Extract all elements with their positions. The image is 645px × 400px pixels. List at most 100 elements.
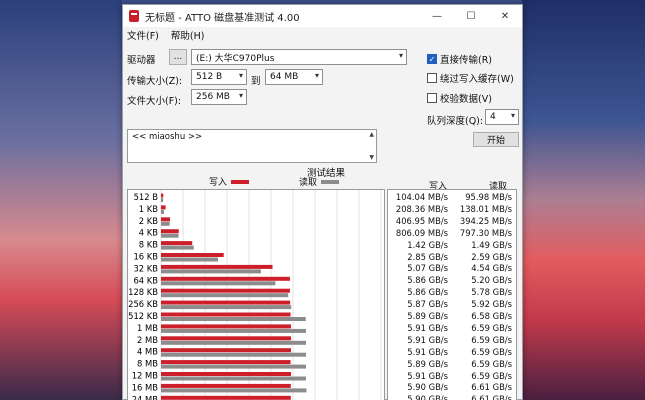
read-bar: [161, 245, 194, 250]
bypass-cache-checkbox[interactable]: 绕过写入缓存(W): [427, 71, 514, 85]
y-tick-label: 1 MB: [137, 323, 158, 333]
checkbox-checked-icon: ✓: [427, 54, 437, 64]
write-bar: [161, 205, 166, 210]
bar-chart: 512 B 1 KB 2 KB 4 KB 8 KB 16 KB32 KB 64 KB 128 …: [128, 190, 382, 400]
read-value-cell: 2.59 GB/s: [471, 251, 512, 262]
read-legend-label: 读取: [299, 178, 318, 188]
queue-depth-value: 4: [490, 112, 496, 122]
menu-help[interactable]: 帮助(H): [171, 28, 205, 42]
y-tick-label: 8 MB: [137, 359, 158, 369]
read-bar: [161, 281, 276, 286]
write-legend-swatch: [231, 179, 250, 184]
y-tick-label: 16 MB: [132, 382, 159, 392]
write-bar: [161, 253, 224, 257]
y-tick-label: 4 MB: [137, 347, 158, 357]
write-value-cell: 406.95 MB/s: [395, 215, 448, 226]
queue-depth-select[interactable]: 4 ▾: [485, 109, 519, 125]
file-size-select[interactable]: 256 MB ▾: [191, 89, 247, 105]
write-value-cell: 5.87 GB/s: [407, 299, 448, 310]
close-button[interactable]: ✕: [488, 5, 522, 27]
read-bar: [161, 293, 289, 298]
read-value-cell: 6.59 GB/s: [471, 358, 512, 369]
write-value-cell: 5.89 GB/s: [407, 311, 448, 321]
results-values-panel: 104.04 MB/s 95.98 MB/s 208.36 MB/s 138.01 M…: [387, 189, 517, 400]
y-tick-label: 16 KB: [133, 252, 158, 262]
write-bar: [161, 300, 291, 305]
start-button[interactable]: 开始: [473, 132, 519, 147]
write-legend-label: 写入: [209, 178, 228, 188]
read-bar: [161, 257, 218, 262]
write-bar: [161, 324, 292, 329]
menu-bar: 文件(F) 帮助(H): [123, 27, 522, 43]
read-value-cell: 394.25 MB/s: [459, 215, 512, 226]
maximize-button[interactable]: ☐: [454, 5, 488, 27]
menu-file[interactable]: 文件(F): [127, 28, 159, 42]
read-value-cell: 1.49 GB/s: [471, 239, 512, 250]
checkbox-empty-icon: [427, 93, 437, 103]
read-value-cell: 6.61 GB/s: [471, 382, 512, 393]
write-bar: [161, 312, 291, 317]
y-tick-label: 2 KB: [139, 216, 158, 226]
scroll-up-icon[interactable]: ▲: [369, 131, 374, 138]
to-label: 到: [251, 76, 261, 87]
write-bar: [161, 336, 292, 341]
read-value-cell: 797.30 MB/s: [459, 227, 512, 238]
file-size-label: 文件大小(F):: [127, 96, 182, 107]
read-bar: [161, 364, 306, 369]
write-value-cell: 5.91 GB/s: [407, 346, 448, 357]
read-value-cell: 95.98 MB/s: [465, 192, 512, 202]
y-tick-label: 2 MB: [137, 335, 158, 345]
scroll-down-icon[interactable]: ▼: [369, 154, 374, 161]
write-value-cell: 5.07 GB/s: [407, 263, 448, 274]
read-value-cell: 6.59 GB/s: [471, 346, 512, 357]
chevron-down-icon: ▾: [398, 51, 403, 60]
write-bar: [161, 348, 292, 353]
y-tick-label: 24 MB: [132, 394, 159, 400]
write-value-cell: 5.91 GB/s: [407, 370, 448, 381]
read-value-cell: 5.92 GB/s: [471, 299, 512, 310]
queue-depth-label: 队列深度(Q):: [427, 116, 484, 127]
read-value-cell: 6.61 GB/s: [471, 394, 512, 400]
notes-textarea[interactable]: << miaoshu >> ▲ ▼: [127, 129, 377, 163]
results-header: 测试结果 写入 读取 写入 读取: [123, 165, 522, 192]
transfer-size-label: 传输大小(Z):: [127, 76, 183, 87]
write-value-cell: 208.36 MB/s: [395, 203, 448, 214]
write-bar: [161, 241, 193, 246]
write-value-cell: 5.86 GB/s: [407, 275, 448, 286]
write-value-cell: 5.90 GB/s: [407, 382, 448, 393]
write-bar: [161, 276, 290, 281]
write-value-cell: 806.09 MB/s: [395, 227, 448, 238]
write-bar: [161, 264, 273, 269]
read-bar: [161, 305, 292, 310]
window-title: 无标题 - ATTO 磁盘基准测试 4.00: [145, 12, 300, 24]
direct-io-label: 直接传输(R): [440, 55, 493, 66]
read-bar: [161, 269, 261, 274]
drive-label: 驱动器: [127, 55, 156, 66]
write-bar: [161, 383, 291, 388]
desktop-wallpaper-left: [0, 0, 122, 400]
desktop-wallpaper-right: [522, 0, 645, 400]
y-tick-label: 512 B: [134, 192, 159, 202]
notes-text: << miaoshu >>: [132, 132, 203, 142]
write-bar: [161, 360, 291, 365]
read-value-cell: 138.01 MB/s: [459, 203, 512, 214]
transfer-from-value: 512 B: [196, 72, 223, 82]
write-bar: [161, 372, 292, 376]
transfer-to-select[interactable]: 64 MB ▾: [265, 69, 323, 85]
chevron-down-icon: ▾: [238, 91, 243, 100]
read-bar: [161, 388, 307, 393]
read-bar: [161, 198, 164, 202]
direct-io-checkbox[interactable]: ✓ 直接传输(R): [427, 52, 492, 66]
browse-button[interactable]: ...: [169, 49, 187, 65]
bypass-cache-label: 绕过写入缓存(W): [440, 74, 514, 85]
y-tick-label: 12 MB: [132, 371, 159, 381]
read-bar: [161, 317, 306, 321]
write-value-cell: 5.91 GB/s: [407, 322, 448, 333]
read-bar: [161, 376, 306, 381]
write-bar: [161, 229, 179, 234]
drive-select[interactable]: (E:) 大华C970Plus ▾: [191, 49, 407, 65]
transfer-from-select[interactable]: 512 B ▾: [191, 69, 247, 85]
minimize-button[interactable]: —: [420, 5, 454, 27]
verify-data-checkbox[interactable]: 校验数据(V): [427, 91, 492, 105]
read-value-cell: 6.59 GB/s: [471, 334, 512, 345]
